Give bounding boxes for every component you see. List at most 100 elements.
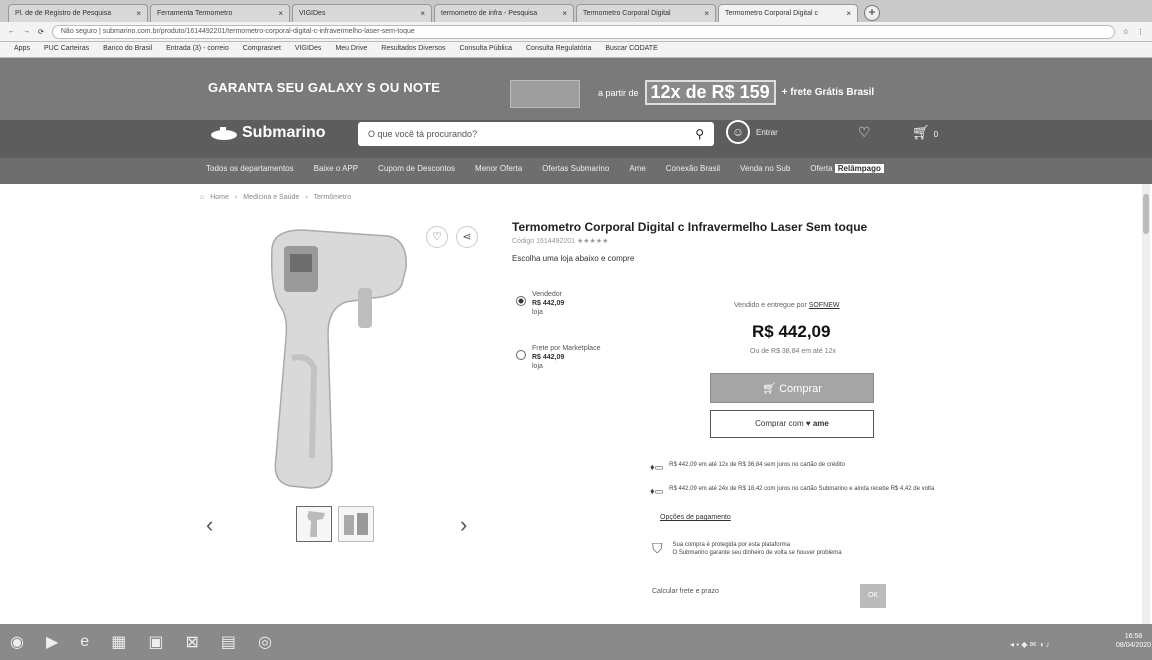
chrome-icon[interactable]: ◎ [258,632,272,652]
star-icon[interactable]: ☆ [1123,28,1129,36]
offer-details: Frete por Marketplace R$ 442,09 loja [532,344,600,371]
nav-item-ofertas[interactable]: Ofertas Submarino [542,164,609,173]
tab-label: Termometro Corporal Digital c [725,10,818,17]
bookmark-item[interactable]: Resultados Diversos [381,45,445,54]
nav-item-departments[interactable]: Todos os departamentos [206,164,294,173]
tab-label: Pl. de de Registro de Pesquisa [15,10,112,17]
breadcrumb-item[interactable]: Termômetro [314,194,351,201]
promo-highlight: 12x de R$ 159 [644,80,776,105]
bookmark-item[interactable]: VIGIDes [295,45,321,54]
buy-button[interactable]: 🛒︎ Comprar [710,373,874,403]
cart-button[interactable]: 🛒︎ 0 [912,124,938,141]
nav-item-menor-oferta[interactable]: Menor Oferta [475,164,522,173]
start-icon[interactable]: ◉ [10,632,24,652]
browser-tab-active[interactable]: Termometro Corporal Digital c × [718,4,858,22]
system-tray[interactable]: ◂ ▪ ◆ ✉ ◑ ♪ [1010,640,1050,649]
breadcrumb-item[interactable]: Home [210,194,229,201]
app-icon[interactable]: ⊠ [185,632,198,652]
freight-input[interactable]: Calcular frete e prazo [652,588,719,595]
browser-tab[interactable]: Termometro Corporal Digital × [576,4,716,22]
nav-item-conexao[interactable]: Conexão Brasil [666,164,720,173]
menu-icon[interactable]: ⋮ [1137,28,1144,36]
search-bar[interactable]: O que você tá procurando? ⚲ [358,122,714,146]
chevron-right-icon[interactable]: › [460,512,467,538]
nav-item-cupom[interactable]: Cupom de Descontos [378,164,455,173]
choose-store-text: Escolha uma loja abaixo e compre [512,254,635,263]
folder-icon[interactable]: ▦ [111,632,126,652]
favorite-button[interactable]: ♡ [426,226,448,248]
sold-by: Vendido e entregue por SOFNEW [734,302,839,309]
nav-item-flash[interactable]: Oferta Relâmpago [810,164,884,173]
offer-price: R$ 442,09 [532,354,565,361]
share-button[interactable]: ⋖ [456,226,478,248]
browser-tab[interactable]: Pl. de de Registro de Pesquisa × [8,4,148,22]
tab-label: Ferramenta Termometro [157,10,233,17]
submarine-icon [211,127,237,140]
scrollbar[interactable] [1142,184,1150,624]
clock-time: 16:58 [1124,633,1143,640]
thumbnail[interactable] [296,506,332,542]
user-icon: ☺ [726,120,750,144]
offer-radio[interactable] [516,296,526,306]
freight-ok-button[interactable]: OK [860,584,886,608]
clock[interactable]: 16:58 08/04/2020 [1116,632,1151,650]
seller-offer[interactable]: Vendedor R$ 442,09 loja [516,290,564,317]
breadcrumb-item[interactable]: Medicina e Saúde [243,194,299,201]
bookmark-item[interactable]: Comprasnet [243,45,281,54]
bookmark-item[interactable]: PUC Carteiras [44,45,89,54]
heart-icon: ♡ [432,231,442,243]
reload-icon[interactable]: ⟳ [38,28,44,36]
installment-option: ♦▭ R$ 442,09 em até 12x de R$ 36,84 sem … [650,462,940,473]
media-icon[interactable]: ▶ [46,632,58,652]
bookmark-item[interactable]: Buscar CODATE [605,45,657,54]
bookmark-item[interactable]: Consulta Pública [459,45,512,54]
breadcrumb: ⌂ Home › Medicina e Saúde › Termômetro [200,194,351,201]
close-icon[interactable]: × [278,9,283,18]
heart-icon[interactable]: ♡ [858,124,871,141]
forward-icon[interactable]: → [23,28,30,35]
nav-item-ame[interactable]: Ame [629,164,645,173]
home-icon[interactable]: ⌂ [200,194,204,201]
close-icon[interactable]: × [562,9,567,18]
nav-item-venda[interactable]: Venda no Sub [740,164,790,173]
seller-link[interactable]: SOFNEW [809,302,840,309]
promo-title: GARANTA SEU GALAXY S OU NOTE [208,80,441,95]
url-field[interactable]: Não seguro | submarino.com.br/produto/16… [51,24,1115,39]
scrollbar-thumb[interactable] [1143,194,1149,234]
promo-image [510,80,580,108]
bookmark-item[interactable]: Consulta Regulatória [526,45,591,54]
browser-tab[interactable]: Ferramenta Termometro × [150,4,290,22]
payment-options-link[interactable]: Opções de pagamento [660,514,731,521]
bookmark-item[interactable]: Meu Drive [335,45,367,54]
ame-buy-button[interactable]: Comprar com ♥ ame [710,410,874,438]
close-icon[interactable]: × [846,9,851,18]
close-icon[interactable]: × [420,9,425,18]
chevron-left-icon[interactable]: ‹ [206,512,213,538]
bookmark-item[interactable]: Entrada (3) - correio [166,45,229,54]
offer-radio[interactable] [516,350,526,360]
ame-label: Comprar com [755,419,804,428]
browser-tab[interactable]: VIGIDes × [292,4,432,22]
protection-line: Sua compra é protegida por esta platafor… [672,541,790,548]
bookmark-item[interactable]: Apps [14,45,30,54]
credit-card-icon: ♦▭ [650,462,664,472]
close-icon[interactable]: × [704,9,709,18]
search-input[interactable]: O que você tá procurando? [368,129,477,139]
nav-item-app[interactable]: Baixe o APP [314,164,358,173]
close-icon[interactable]: × [136,9,141,18]
submarino-logo[interactable]: Submarino [208,124,326,142]
app-icon[interactable]: ▣ [148,632,163,652]
app-icon[interactable]: ▤ [221,632,236,652]
new-tab-button[interactable]: + [864,5,880,21]
account-menu[interactable]: ☺ Entrar [726,120,778,144]
search-icon[interactable]: ⚲ [695,127,704,141]
browser-tab[interactable]: termometro de infra - Pesquisa × [434,4,574,22]
product-title: Termometro Corporal Digital c Infraverme… [512,220,868,234]
account-label: Entrar [756,127,778,137]
thumbnail[interactable] [338,506,374,542]
bookmark-item[interactable]: Banco do Brasil [103,45,152,54]
back-icon[interactable]: ← [8,28,15,35]
seller-offer[interactable]: Frete por Marketplace R$ 442,09 loja [516,344,600,371]
ie-icon[interactable]: e [80,633,89,651]
address-bar-row: ← → ⟳ Não seguro | submarino.com.br/prod… [0,22,1152,42]
